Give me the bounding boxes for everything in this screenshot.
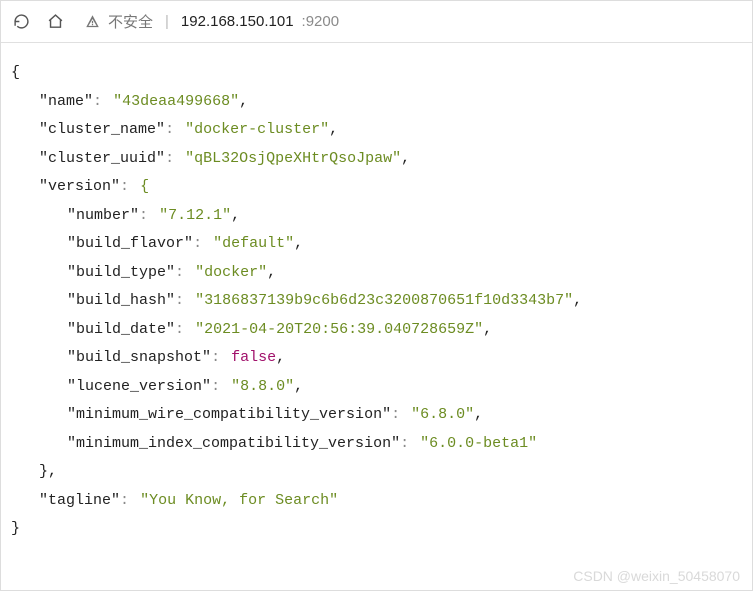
json-value: docker [195, 264, 267, 281]
brace-close: } [11, 520, 20, 537]
url-host: 192.168.150.101 [181, 13, 294, 30]
json-key: build_snapshot [67, 349, 211, 366]
json-key: cluster_uuid [39, 150, 165, 167]
json-key: number [67, 207, 139, 224]
json-value: false [231, 349, 276, 366]
url-port: :9200 [302, 13, 340, 30]
not-secure-icon [85, 14, 100, 29]
json-key: build_date [67, 321, 175, 338]
json-key: name [39, 93, 93, 110]
json-value: 3186837139b9c6b6d23c3200870651f10d3343b7 [195, 292, 573, 309]
json-value: You Know, for Search [140, 492, 338, 509]
json-key: version [39, 178, 120, 195]
address-separator: | [161, 13, 173, 30]
home-icon[interactable] [45, 12, 65, 32]
json-key: minimum_index_compatibility_version [67, 435, 400, 452]
browser-toolbar: 不安全 | 192.168.150.101 :9200 [1, 1, 752, 43]
json-value: qBL32OsjQpeXHtrQsoJpaw [185, 150, 401, 167]
json-value: 43deaa499668 [113, 93, 239, 110]
json-response: { name: 43deaa499668, cluster_name: dock… [1, 43, 752, 554]
not-secure-label: 不安全 [108, 11, 153, 32]
address-bar[interactable]: 不安全 | 192.168.150.101 :9200 [79, 1, 742, 42]
json-value: 8.8.0 [231, 378, 294, 395]
reload-icon[interactable] [11, 12, 31, 32]
json-key: cluster_name [39, 121, 165, 138]
json-key: minimum_wire_compatibility_version [67, 406, 391, 423]
watermark: CSDN @weixin_50458070 [573, 568, 740, 584]
json-key: tagline [39, 492, 120, 509]
json-value: 6.0.0-beta1 [420, 435, 537, 452]
json-value: 7.12.1 [159, 207, 231, 224]
json-value: 2021-04-20T20:56:39.040728659Z [195, 321, 483, 338]
json-value: docker-cluster [185, 121, 329, 138]
json-key: lucene_version [67, 378, 211, 395]
json-value: default [213, 235, 294, 252]
json-key: build_flavor [67, 235, 193, 252]
json-key: build_type [67, 264, 175, 281]
json-key: build_hash [67, 292, 175, 309]
json-value: 6.8.0 [411, 406, 474, 423]
brace-open: { [11, 64, 20, 81]
